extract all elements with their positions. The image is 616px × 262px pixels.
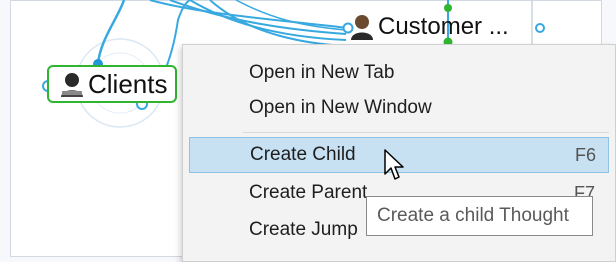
- menu-item-shortcut: F6: [575, 144, 597, 165]
- tooltip-text: Create a child Thought: [377, 205, 569, 226]
- menu-item-label: Open in New Window: [249, 97, 432, 118]
- thought-node-customer[interactable]: Customer ...: [344, 10, 509, 44]
- menu-item-open-new-window[interactable]: Open in New Window: [189, 90, 609, 126]
- menu-item-open-new-tab[interactable]: Open in New Tab: [189, 55, 609, 91]
- thought-label: Clients: [88, 69, 168, 99]
- tooltip: Create a child Thought: [366, 196, 593, 236]
- app-window: Clients Customer ... Open in New Tab Ope…: [0, 0, 616, 262]
- thought-label: Customer ...: [378, 13, 509, 40]
- menu-item-label: Create Parent: [249, 182, 368, 203]
- menu-separator: [243, 132, 609, 133]
- person-icon: [351, 15, 373, 40]
- thought-node-clients[interactable]: Clients: [47, 65, 178, 103]
- person-icon: [61, 73, 83, 97]
- mouse-cursor-icon: [384, 149, 404, 180]
- menu-item-label: Create Jump: [249, 219, 358, 240]
- menu-item-label: Create Child: [250, 144, 356, 165]
- menu-item-label: Open in New Tab: [249, 62, 395, 83]
